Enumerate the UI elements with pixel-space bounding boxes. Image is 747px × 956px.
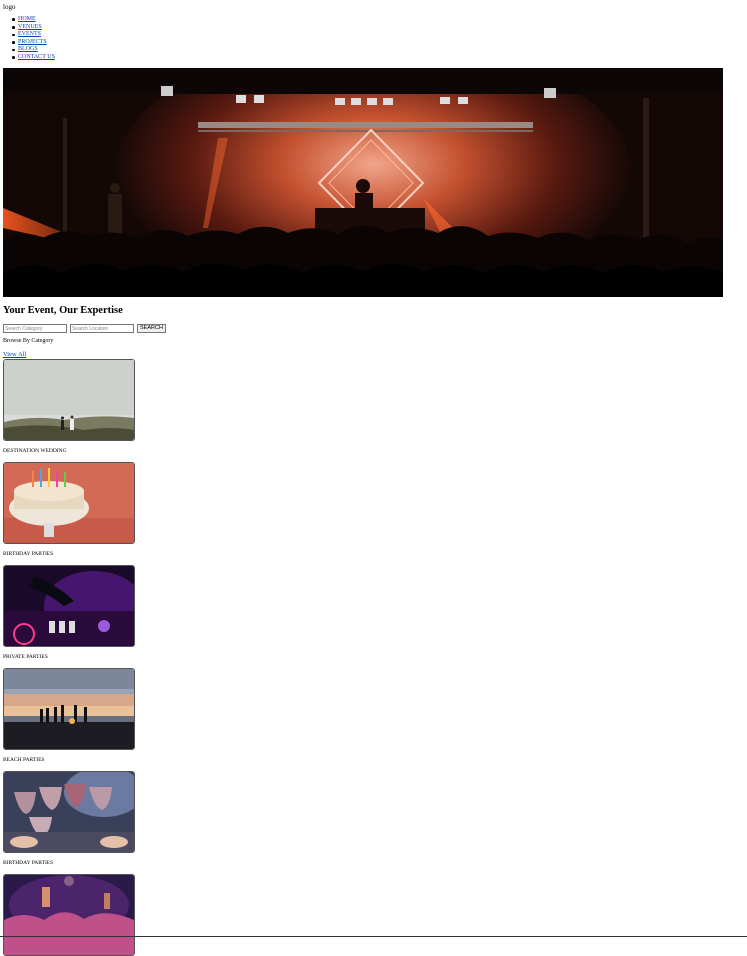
nav-item-venues: VENUES [12, 24, 55, 32]
search-bar: SEARCH [3, 324, 166, 333]
category-card[interactable]: DESTINATION WEDDING [3, 359, 135, 454]
category-image [3, 359, 135, 441]
category-card[interactable]: BIRTHDAY PARTIES [3, 771, 135, 866]
nav-link-contact-us[interactable]: CONTACT US [18, 54, 55, 60]
nav-link-projects[interactable]: PROJECTS [18, 39, 47, 45]
nav-item-home: HOME [12, 16, 55, 24]
category-search-input[interactable] [3, 324, 67, 333]
category-card[interactable]: BEACH PARTIES [3, 668, 135, 763]
nav-item-events: EVENTS [12, 31, 55, 39]
nav-item-contact: CONTACT US [12, 54, 55, 62]
category-image [3, 771, 135, 853]
location-search-input[interactable] [70, 324, 134, 333]
nav-link-home[interactable]: HOME [18, 16, 36, 22]
nav-item-blogs: BLOGS [12, 46, 55, 54]
browse-heading: Browse By Category [3, 338, 54, 344]
category-card[interactable] [3, 874, 135, 956]
category-label: DESTINATION WEDDING [3, 448, 67, 454]
category-image [3, 874, 135, 956]
category-label: PRIVATE PARTIES [3, 654, 48, 660]
main-nav: HOME VENUES EVENTS PROJECTS BLOGS CONTAC… [12, 16, 55, 62]
nav-link-events[interactable]: EVENTS [18, 31, 41, 37]
search-button[interactable]: SEARCH [137, 324, 166, 333]
page-title: Your Event, Our Expertise [3, 305, 123, 316]
category-image [3, 668, 135, 750]
category-label: BEACH PARTIES [3, 757, 45, 763]
category-card[interactable]: BIRTHDAY PARTIES [3, 462, 135, 557]
view-all-link[interactable]: View All [3, 351, 26, 358]
category-card[interactable]: PRIVATE PARTIES [3, 565, 135, 660]
category-image [3, 462, 135, 544]
nav-link-blogs[interactable]: BLOGS [18, 46, 38, 52]
category-label: BIRTHDAY PARTIES [3, 860, 54, 866]
logo: logo [3, 3, 16, 11]
nav-item-projects: PROJECTS [12, 39, 55, 47]
category-label: BIRTHDAY PARTIES [3, 551, 54, 557]
category-image [3, 565, 135, 647]
nav-link-venues[interactable]: VENUES [18, 24, 42, 30]
hero-image [3, 68, 723, 297]
